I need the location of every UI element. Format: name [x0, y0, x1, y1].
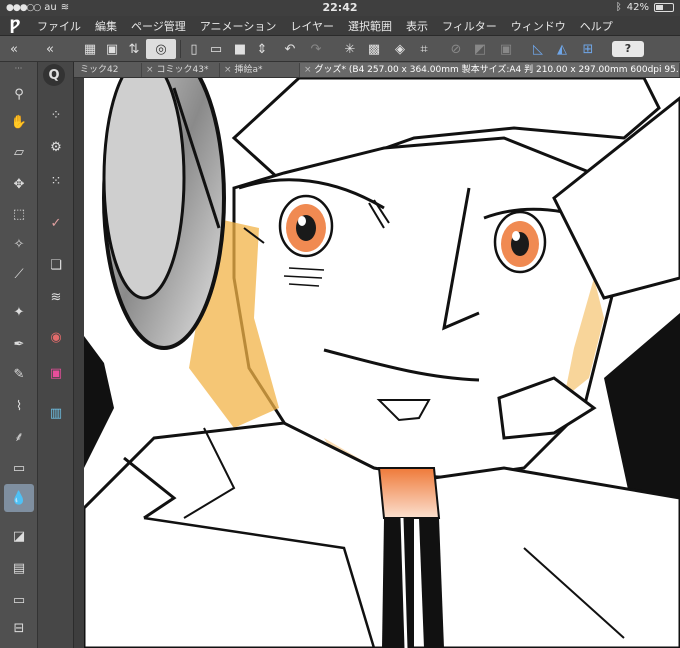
- close-tab-icon[interactable]: ×: [146, 65, 154, 75]
- clip-studio-icon[interactable]: ◎: [146, 39, 176, 59]
- quick-access-icon[interactable]: ▣: [102, 39, 122, 59]
- drop-gear-icon[interactable]: ⚙: [43, 134, 69, 160]
- open-folder-icon[interactable]: ▭: [206, 39, 226, 59]
- sparkle-icon[interactable]: ✦: [4, 298, 34, 326]
- menu-file[interactable]: ファイル: [30, 18, 88, 34]
- ruler-snap-icon[interactable]: ◺: [528, 39, 548, 59]
- gradient-icon[interactable]: ▤: [4, 554, 34, 582]
- figure-icon[interactable]: ▭: [4, 586, 34, 614]
- layer-stack-icon[interactable]: ❏: [43, 252, 69, 278]
- close-tab-icon[interactable]: ×: [224, 65, 232, 75]
- clear-outside-icon[interactable]: ▩: [364, 39, 384, 59]
- fill-icon[interactable]: ◈: [390, 39, 410, 59]
- pencil-icon[interactable]: ✎: [4, 360, 34, 388]
- tool-palette: ··· ⚲ ✋ ▱ ✥ ⬚ ✧ ⟋ ✦ ✒ ✎ ⌇ ⸙ ▭ 💧 ◪ ▤ ▭ ⊟: [0, 62, 38, 648]
- collapse-right-icon[interactable]: «: [40, 39, 60, 59]
- menu-page[interactable]: ページ管理: [124, 18, 193, 34]
- selection-icon[interactable]: ⬚: [4, 200, 34, 228]
- artwork: [84, 78, 680, 648]
- canvas-tab-bar: ミック42 × コミック43* × 挿絵a* × グッズ* (B4 257.00 x …: [0, 62, 680, 78]
- menu-bar: Ƿ ファイル 編集 ページ管理 アニメーション レイヤー 選択範囲 表示 フィル…: [0, 16, 680, 36]
- new-file-icon[interactable]: ▯: [184, 39, 204, 59]
- invert-selection-icon[interactable]: ◩: [470, 39, 490, 59]
- command-bar: « « ▦ ▣ ⇅ ◎ ▯ ▭ ■ ⇕ ↶ ↷ ✳ ▩ ◈ ⌗ ⊘ ◩ ▣ ◺ …: [0, 36, 680, 62]
- fill-bucket-icon[interactable]: ◪: [4, 522, 34, 550]
- battery-percent: 42%: [626, 2, 649, 13]
- status-right: ᛒ 42%: [616, 2, 674, 13]
- menu-animation[interactable]: アニメーション: [193, 18, 284, 34]
- grid-snap-icon[interactable]: ⊞: [578, 39, 598, 59]
- palette-scroll-column: [74, 78, 84, 648]
- eyedropper-icon[interactable]: ⟋: [4, 260, 34, 288]
- pen-icon[interactable]: ✒: [4, 330, 34, 358]
- palette-grip[interactable]: ···: [0, 64, 37, 74]
- menu-view[interactable]: 表示: [399, 18, 435, 34]
- help-button[interactable]: ?: [612, 41, 644, 57]
- airbrush-icon[interactable]: ⸙: [4, 422, 34, 450]
- drops-icon[interactable]: ⁘: [43, 102, 69, 128]
- hand-icon[interactable]: ✋: [4, 108, 34, 136]
- auto-select-icon[interactable]: ✧: [4, 230, 34, 258]
- animation-timeline-icon[interactable]: ▥: [43, 400, 69, 426]
- menu-filter[interactable]: フィルター: [435, 18, 504, 34]
- zoom-icon[interactable]: ⚲: [4, 80, 34, 108]
- grid-view-icon[interactable]: ▦: [80, 39, 100, 59]
- selection-border-icon[interactable]: ▣: [496, 39, 516, 59]
- battery-icon: [654, 3, 674, 12]
- layer-wave-icon[interactable]: ≋: [43, 284, 69, 310]
- deselect-icon[interactable]: ⊘: [446, 39, 466, 59]
- separator: [180, 40, 181, 58]
- frame-icon[interactable]: ⊟: [4, 614, 34, 642]
- collapse-left-icon[interactable]: «: [4, 39, 24, 59]
- menu-window[interactable]: ウィンドウ: [504, 18, 573, 34]
- menu-help[interactable]: ヘルプ: [573, 18, 620, 34]
- close-tab-icon[interactable]: ×: [304, 65, 312, 75]
- ios-status-bar: ●●●○○ au ≋ 22:42 ᛒ 42%: [0, 0, 680, 16]
- canvas-tab[interactable]: × コミック43*: [142, 63, 220, 77]
- app-logo-icon[interactable]: Ƿ: [0, 18, 30, 34]
- bluetooth-icon: ᛒ: [615, 2, 622, 13]
- menu-selection[interactable]: 選択範囲: [341, 18, 399, 34]
- sub-tool-palette: Q ⁘ ⚙ ⁙ ✓ ❏ ≋ ◉ ▣ ▥: [38, 62, 74, 648]
- pen-pressure-icon[interactable]: ✓: [43, 210, 69, 236]
- menu-layer[interactable]: レイヤー: [283, 18, 341, 34]
- quick-access-q-icon[interactable]: Q: [43, 64, 65, 86]
- color-set-icon[interactable]: ▣: [43, 360, 69, 386]
- save-icon[interactable]: ■: [230, 39, 250, 59]
- arrows-updown-icon[interactable]: ⇅: [124, 39, 144, 59]
- canvas[interactable]: [84, 78, 680, 648]
- drops-dots-icon[interactable]: ⁙: [43, 168, 69, 194]
- move-layer-icon[interactable]: ✥: [4, 170, 34, 198]
- clear-icon[interactable]: ✳: [340, 39, 360, 59]
- operation-icon[interactable]: ▱: [4, 138, 34, 166]
- canvas-tab[interactable]: ミック42: [76, 63, 142, 77]
- undo-icon[interactable]: ↶: [280, 39, 300, 59]
- menu-edit[interactable]: 編集: [88, 18, 124, 34]
- canvas-tab[interactable]: × 挿絵a*: [220, 63, 300, 77]
- clock: 22:42: [322, 1, 358, 14]
- brush-icon[interactable]: ⌇: [4, 392, 34, 420]
- updown-icon[interactable]: ⇕: [252, 39, 272, 59]
- eraser-icon[interactable]: ▭: [4, 454, 34, 482]
- canvas-tab-active[interactable]: × グッズ* (B4 257.00 x 364.00mm 製本サイズ:A4 判 2…: [300, 63, 680, 77]
- special-ruler-snap-icon[interactable]: ◭: [552, 39, 572, 59]
- redo-icon[interactable]: ↷: [306, 39, 326, 59]
- transform-icon[interactable]: ⌗: [414, 39, 434, 59]
- color-wheel-icon[interactable]: ◉: [43, 324, 69, 350]
- blend-tool-icon[interactable]: 💧: [4, 484, 34, 512]
